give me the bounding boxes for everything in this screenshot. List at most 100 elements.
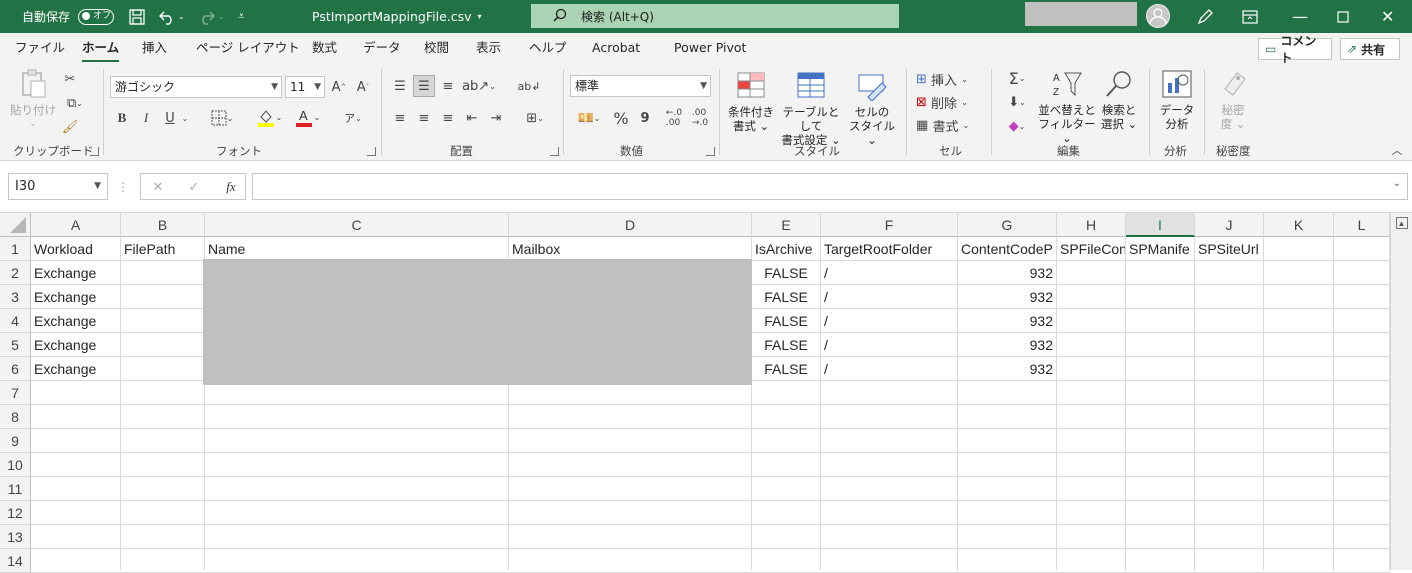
cell-h2[interactable] <box>1057 261 1125 285</box>
cell-i5[interactable] <box>1126 333 1194 357</box>
row-header-12[interactable]: 12 <box>0 501 31 525</box>
font-size-dropdown[interactable]: 11 ▼ <box>285 76 325 98</box>
cell-g5[interactable]: 932 <box>958 333 1056 357</box>
cell-c1[interactable]: Name <box>205 237 508 261</box>
file-name[interactable]: PstImportMappingFile.csv ▾ <box>312 0 482 33</box>
format-as-table-button[interactable]: テーブルとして 書式設定 ⌄ <box>778 71 844 147</box>
column-header-b[interactable]: B <box>121 213 205 237</box>
cell-g3[interactable]: 932 <box>958 285 1056 309</box>
cell-g1[interactable]: ContentCodeP <box>958 237 1056 261</box>
paste-button[interactable]: 貼り付け ⌄ <box>10 69 56 131</box>
align-left-icon[interactable]: ≡ <box>390 107 410 129</box>
enter-icon[interactable]: ✓ <box>185 176 203 198</box>
cancel-icon[interactable]: ✕ <box>149 176 167 198</box>
cell-f4[interactable]: / <box>821 309 957 333</box>
search-box[interactable]: 検索 (Alt+Q) <box>531 4 899 28</box>
row-header-7[interactable]: 7 <box>0 381 31 405</box>
number-format-dropdown[interactable]: 標準 ▼ <box>570 75 711 97</box>
row-header-3[interactable]: 3 <box>0 285 31 309</box>
fill-color-icon[interactable]: ⌄ <box>252 105 286 129</box>
cell-e6[interactable]: FALSE <box>752 357 820 381</box>
column-header-a[interactable]: A <box>31 213 121 237</box>
cell-k2[interactable] <box>1264 261 1333 285</box>
decrease-font-icon[interactable]: Aˇ <box>354 76 372 98</box>
copy-icon[interactable]: ⧉ ⌄ <box>60 93 90 113</box>
cell-h6[interactable] <box>1057 357 1125 381</box>
autosum-icon[interactable]: Σ ⌄ <box>1000 67 1034 89</box>
tab-page-layout[interactable]: ページ レイアウト <box>196 33 300 65</box>
underline-button[interactable]: U <box>162 107 178 129</box>
cell-h4[interactable] <box>1057 309 1125 333</box>
column-header-k[interactable]: K <box>1264 213 1334 237</box>
wrap-text-icon[interactable]: ab↲ <box>518 75 541 97</box>
font-color-icon[interactable]: A ⌄ <box>290 105 324 129</box>
tab-file[interactable]: ファイル <box>15 33 65 65</box>
cell-e4[interactable]: FALSE <box>752 309 820 333</box>
formula-input[interactable]: ⌄ <box>252 173 1408 200</box>
cell-i3[interactable] <box>1126 285 1194 309</box>
row-header-6[interactable]: 6 <box>0 357 31 381</box>
cell-j5[interactable] <box>1195 333 1263 357</box>
select-all-corner[interactable] <box>0 213 31 237</box>
data-analysis-button[interactable]: データ 分析 <box>1155 69 1199 131</box>
cell-d1[interactable]: Mailbox <box>509 237 751 261</box>
row-header-13[interactable]: 13 <box>0 525 31 549</box>
cell-g2[interactable]: 932 <box>958 261 1056 285</box>
cell-k4[interactable] <box>1264 309 1333 333</box>
cell-b1[interactable]: FilePath <box>121 237 204 261</box>
scroll-up-icon[interactable]: ▲ <box>1395 217 1408 229</box>
sort-filter-button[interactable]: AZ 並べ替えと フィルター ⌄ <box>1036 69 1098 145</box>
clear-icon[interactable]: ◆ ⌄ <box>1000 115 1034 137</box>
cell-l5[interactable] <box>1334 333 1389 357</box>
sensitivity-button[interactable]: 秘密度 ⌄ <box>1210 69 1256 131</box>
cell-f6[interactable]: / <box>821 357 957 381</box>
cell-f1[interactable]: TargetRootFolder <box>821 237 957 261</box>
cell-h5[interactable] <box>1057 333 1125 357</box>
cell-b4[interactable] <box>121 309 204 333</box>
cell-a2[interactable]: Exchange <box>31 261 120 285</box>
tab-help[interactable]: ヘルプ <box>529 33 567 65</box>
comment-button[interactable]: ▭ コメント <box>1258 34 1332 65</box>
format-painter-icon[interactable]: 🖌 <box>60 117 80 137</box>
vertical-scrollbar[interactable]: ▲ <box>1390 213 1412 570</box>
underline-dropdown-icon[interactable]: ⌄ <box>180 107 190 129</box>
tab-home[interactable]: ホーム <box>82 33 120 65</box>
cell-styles-button[interactable]: セルの スタイル ⌄ <box>846 71 898 147</box>
cell-a1[interactable]: Workload <box>31 237 120 261</box>
fill-icon[interactable]: ⬇ ⌄ <box>1000 91 1034 113</box>
cut-icon[interactable]: ✂ <box>60 69 80 89</box>
increase-decimal-icon[interactable]: ←.0.00 <box>664 107 684 129</box>
decrease-decimal-icon[interactable]: .00 →.0 <box>690 107 710 129</box>
cell-g4[interactable]: 932 <box>958 309 1056 333</box>
autosave-toggle[interactable]: オフ <box>78 0 114 33</box>
cell-l6[interactable] <box>1334 357 1389 381</box>
expand-formula-icon[interactable]: ⌄ <box>1393 178 1401 189</box>
font-name-dropdown[interactable]: 游ゴシック ▼ <box>110 76 282 98</box>
tab-formulas[interactable]: 数式 <box>312 33 337 65</box>
cell-i6[interactable] <box>1126 357 1194 381</box>
cell-h3[interactable] <box>1057 285 1125 309</box>
cell-e3[interactable]: FALSE <box>752 285 820 309</box>
align-center-icon[interactable]: ≡ <box>414 107 434 129</box>
clipboard-launcher-icon[interactable] <box>90 147 99 156</box>
ribbon-display-icon[interactable] <box>1242 0 1258 33</box>
cell-j2[interactable] <box>1195 261 1263 285</box>
cell-k5[interactable] <box>1264 333 1333 357</box>
row-header-5[interactable]: 5 <box>0 333 31 357</box>
cell-l3[interactable] <box>1334 285 1389 309</box>
cell-i2[interactable] <box>1126 261 1194 285</box>
tab-data[interactable]: データ <box>363 33 401 65</box>
insert-function-icon[interactable]: fx <box>221 176 241 198</box>
column-header-g[interactable]: G <box>958 213 1057 237</box>
decrease-indent-icon[interactable]: ⇤ <box>462 107 482 129</box>
redo-icon[interactable]: ⌄ <box>198 0 225 33</box>
cell-b6[interactable] <box>121 357 204 381</box>
align-bottom-icon[interactable]: ≡ <box>438 75 458 97</box>
delete-cells-button[interactable]: ⊠ 削除 ⌄ <box>916 92 986 112</box>
column-header-f[interactable]: F <box>821 213 958 237</box>
font-launcher-icon[interactable] <box>367 147 376 156</box>
tab-review[interactable]: 校閲 <box>424 33 449 65</box>
comma-style-button[interactable]: 9 <box>636 107 654 129</box>
cell-a6[interactable]: Exchange <box>31 357 120 381</box>
cell-i1[interactable]: SPManife <box>1126 237 1194 261</box>
